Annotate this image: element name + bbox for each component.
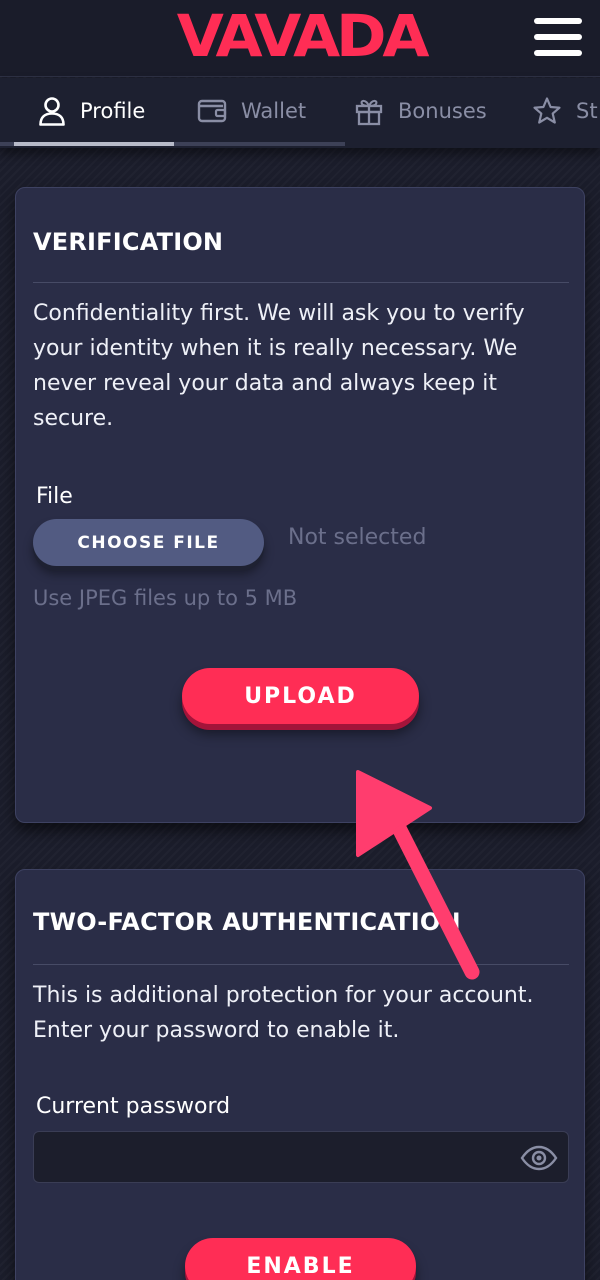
wallet-icon (197, 99, 227, 123)
upload-button[interactable]: UPLOAD (182, 668, 419, 724)
tab-profile[interactable]: Profile (38, 78, 145, 144)
choose-file-button[interactable]: CHOOSE FILE (33, 519, 264, 566)
user-icon (39, 97, 65, 126)
verification-divider (33, 282, 569, 283)
file-hint: Use JPEG files up to 5 MB (33, 586, 298, 610)
profile-tabs: Profile Wallet Bonuses St (0, 78, 600, 148)
tab-status[interactable]: St (532, 78, 598, 144)
verification-card: VERIFICATION Confidentiality first. We w… (15, 187, 585, 823)
vavada-logo[interactable]: VAVADA (137, 2, 465, 70)
menu-bar-top (534, 18, 582, 24)
tab-bonuses-label: Bonuses (398, 99, 487, 123)
star-icon (533, 97, 561, 124)
file-label: File (36, 484, 73, 509)
current-password-field[interactable] (33, 1131, 569, 1183)
tab-status-label: St (576, 99, 598, 123)
verification-description: Confidentiality first. We will ask you t… (33, 301, 525, 431)
two-factor-description: This is additional protection for your a… (33, 983, 534, 1043)
hamburger-menu-icon[interactable] (532, 14, 584, 60)
gift-icon (355, 99, 383, 126)
two-factor-divider (33, 964, 569, 965)
active-tab-indicator (14, 142, 174, 146)
tab-bonuses[interactable]: Bonuses (354, 78, 487, 144)
two-factor-title: TWO-FACTOR AUTHENTICATION (33, 908, 461, 936)
tab-wallet-label: Wallet (241, 99, 307, 123)
menu-bar-bottom (534, 50, 582, 56)
file-status: Not selected (288, 525, 427, 550)
app-header: VAVADA (0, 0, 600, 77)
current-password-label: Current password (36, 1094, 231, 1119)
enable-button[interactable]: ENABLE (185, 1238, 416, 1280)
verification-title: VERIFICATION (33, 228, 224, 256)
menu-bar-middle (534, 34, 582, 40)
two-factor-card: TWO-FACTOR AUTHENTICATION This is additi… (15, 869, 585, 1280)
tab-wallet[interactable]: Wallet (197, 78, 306, 144)
tab-profile-label: Profile (80, 99, 146, 123)
eye-icon[interactable] (520, 1144, 558, 1172)
